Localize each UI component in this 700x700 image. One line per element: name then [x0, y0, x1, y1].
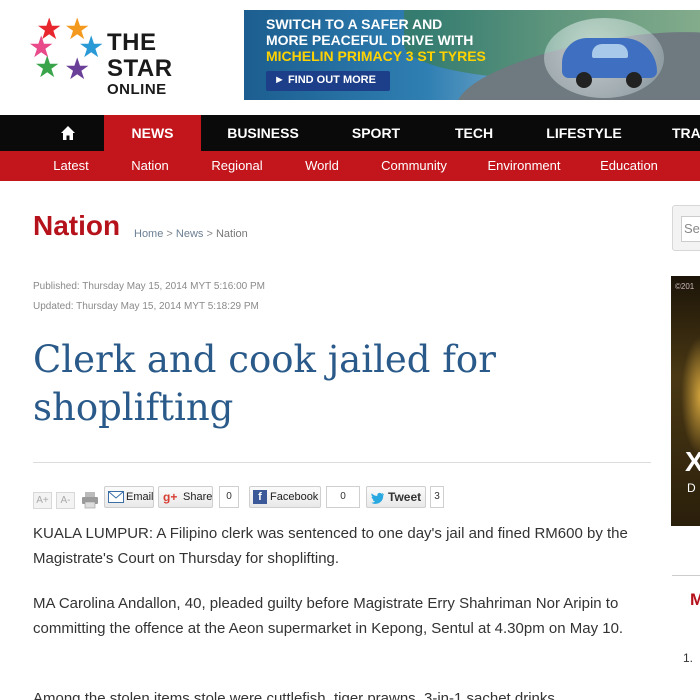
- search-input[interactable]: Sea: [681, 216, 700, 242]
- share-label: Share: [183, 491, 213, 503]
- print-icon[interactable]: [81, 491, 99, 509]
- sidebar-divider: [672, 575, 700, 576]
- subnav-environment[interactable]: Environment: [478, 151, 570, 181]
- sidebar-heading: M: [690, 590, 700, 609]
- site-logo[interactable]: THE STAR ONLINE: [30, 18, 210, 98]
- subnav-nation[interactable]: Nation: [120, 151, 180, 181]
- nav-travel[interactable]: TRA: [672, 115, 700, 151]
- breadcrumb-news[interactable]: News: [176, 228, 204, 240]
- main-nav: NEWS BUSINESS SPORT TECH LIFESTYLE TRA: [0, 115, 700, 151]
- breadcrumb-home[interactable]: Home: [134, 228, 163, 240]
- wheel-icon: [626, 72, 642, 88]
- subnav-education[interactable]: Education: [593, 151, 665, 181]
- star-logo-icon: [30, 18, 102, 80]
- nav-news[interactable]: NEWS: [104, 115, 201, 151]
- published-date: Published: Thursday May 15, 2014 MYT 5:1…: [33, 281, 265, 292]
- logo-line1: THE STAR: [107, 29, 173, 82]
- site-header: THE STAR ONLINE SWITCH TO A SAFER AND MO…: [0, 0, 700, 115]
- share-count: 0: [219, 486, 239, 508]
- email-button[interactable]: Email: [104, 486, 154, 508]
- font-increase-button[interactable]: A+: [33, 492, 52, 509]
- section-title: Nation: [33, 210, 121, 241]
- facebook-count: 0: [326, 486, 360, 508]
- breadcrumb: Home > News > Nation: [134, 228, 248, 240]
- facebook-label: Facebook: [270, 491, 319, 503]
- wheel-icon: [576, 72, 592, 88]
- article-paragraph: KUALA LUMPUR: A Filipino clerk was sente…: [33, 525, 628, 567]
- nav-home[interactable]: [40, 115, 96, 151]
- breadcrumb-separator: >: [206, 228, 216, 240]
- banner-line3: MICHELIN PRIMACY 3 ST TYRES: [266, 48, 486, 64]
- article-paragraph: Among the stolen items stole were cuttle…: [33, 690, 555, 700]
- sidebar-ad[interactable]: ©201 X D: [671, 276, 700, 526]
- google-plus-icon: g+: [163, 490, 178, 504]
- breadcrumb-separator: >: [166, 228, 176, 240]
- article-tools: A+ A- Email g+ Share 0 f Facebook 0 Twee…: [33, 485, 653, 509]
- subnav-community[interactable]: Community: [372, 151, 456, 181]
- email-icon: [108, 491, 124, 503]
- nav-lifestyle[interactable]: LIFESTYLE: [538, 115, 630, 151]
- divider: [33, 462, 651, 463]
- breadcrumb-nation: Nation: [215, 228, 248, 240]
- logo-text: THE STAR ONLINE: [107, 30, 210, 98]
- updated-date: Updated: Thursday May 15, 2014 MYT 5:18:…: [33, 301, 259, 312]
- logo-line2: ONLINE: [107, 81, 167, 98]
- facebook-icon: f: [253, 490, 267, 504]
- nav-tech[interactable]: TECH: [444, 115, 504, 151]
- subnav-latest[interactable]: Latest: [40, 151, 102, 181]
- ad-sub: D: [687, 481, 696, 495]
- facebook-button[interactable]: f Facebook: [249, 486, 321, 508]
- sub-nav: Latest Nation Regional World Community E…: [0, 151, 700, 181]
- tweet-count: 3: [430, 486, 444, 508]
- banner-line1: SWITCH TO A SAFER AND: [266, 16, 443, 32]
- search-box: Sea: [672, 205, 700, 251]
- subnav-regional[interactable]: Regional: [202, 151, 272, 181]
- article-headline: Clerk and cook jailed for shoplifting: [33, 336, 633, 432]
- ad-tag: ©201: [675, 282, 695, 291]
- banner-line2: MORE PEACEFUL DRIVE WITH: [266, 32, 474, 48]
- nav-business[interactable]: BUSINESS: [215, 115, 311, 151]
- headline-line1: Clerk and cook jailed for: [33, 338, 496, 381]
- tweet-button[interactable]: Tweet: [366, 486, 426, 508]
- sidebar-list-number: 1.: [683, 651, 694, 665]
- find-out-more-button[interactable]: ► FIND OUT MORE: [266, 71, 390, 91]
- ad-letters: X: [685, 446, 700, 477]
- tweet-label: Tweet: [388, 490, 422, 504]
- ad-banner[interactable]: SWITCH TO A SAFER AND MORE PEACEFUL DRIV…: [244, 10, 700, 100]
- article-paragraph: MA Carolina Andallon, 40, pleaded guilty…: [33, 595, 624, 637]
- car-icon: [562, 38, 657, 78]
- email-label: Email: [126, 491, 154, 503]
- google-share-button[interactable]: g+ Share: [158, 486, 213, 508]
- headline-line2: shoplifting: [33, 386, 234, 429]
- home-icon: [61, 126, 75, 140]
- font-decrease-button[interactable]: A-: [56, 492, 75, 509]
- nav-sport[interactable]: SPORT: [340, 115, 412, 151]
- ad-glow: [681, 336, 700, 456]
- twitter-bird-icon: [371, 492, 385, 504]
- subnav-world[interactable]: World: [296, 151, 348, 181]
